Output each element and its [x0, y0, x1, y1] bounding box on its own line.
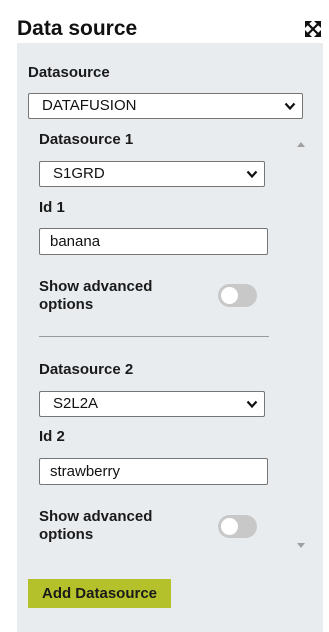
- datasource-1-select[interactable]: S1GRD: [39, 161, 265, 187]
- datasource-1-select-value: S1GRD: [53, 165, 105, 182]
- page-title: Data source: [17, 17, 138, 40]
- id-1-input[interactable]: banana: [39, 228, 268, 255]
- advanced-options-2-label: Show advanced options: [39, 508, 153, 543]
- id-2-input[interactable]: strawberry: [39, 458, 268, 485]
- advanced-options-1-label: Show advanced options: [39, 278, 153, 313]
- toggle-knob: [221, 287, 238, 304]
- datasource-select[interactable]: DATAFUSION: [28, 93, 303, 119]
- id-2-label: Id 2: [39, 428, 65, 445]
- datasource-select-value: DATAFUSION: [42, 97, 137, 114]
- datasource-2-select-value: S2L2A: [53, 395, 99, 412]
- id-1-label: Id 1: [39, 199, 65, 216]
- add-datasource-button[interactable]: Add Datasource: [28, 579, 171, 608]
- datasource-panel: Datasource DATAFUSION Datasource 1 S1GRD…: [17, 43, 323, 632]
- chevron-down-icon: [284, 102, 296, 111]
- advanced-options-2-toggle[interactable]: [218, 515, 257, 538]
- datasource-2-select[interactable]: S2L2A: [39, 391, 265, 417]
- panel-header: Data source: [17, 15, 325, 43]
- toggle-knob: [221, 518, 238, 535]
- datasource-label: Datasource: [28, 64, 110, 81]
- datasource-2-heading: Datasource 2: [39, 361, 134, 378]
- advanced-options-1-toggle[interactable]: [218, 284, 257, 307]
- expand-arrows-icon[interactable]: [304, 20, 322, 38]
- datasource-1-heading: Datasource 1: [39, 131, 134, 148]
- chevron-down-icon: [246, 170, 258, 179]
- chevron-down-icon: [246, 400, 258, 409]
- scroll-up-arrow[interactable]: [297, 142, 305, 147]
- scroll-down-arrow[interactable]: [297, 543, 305, 548]
- source-divider: [39, 336, 269, 337]
